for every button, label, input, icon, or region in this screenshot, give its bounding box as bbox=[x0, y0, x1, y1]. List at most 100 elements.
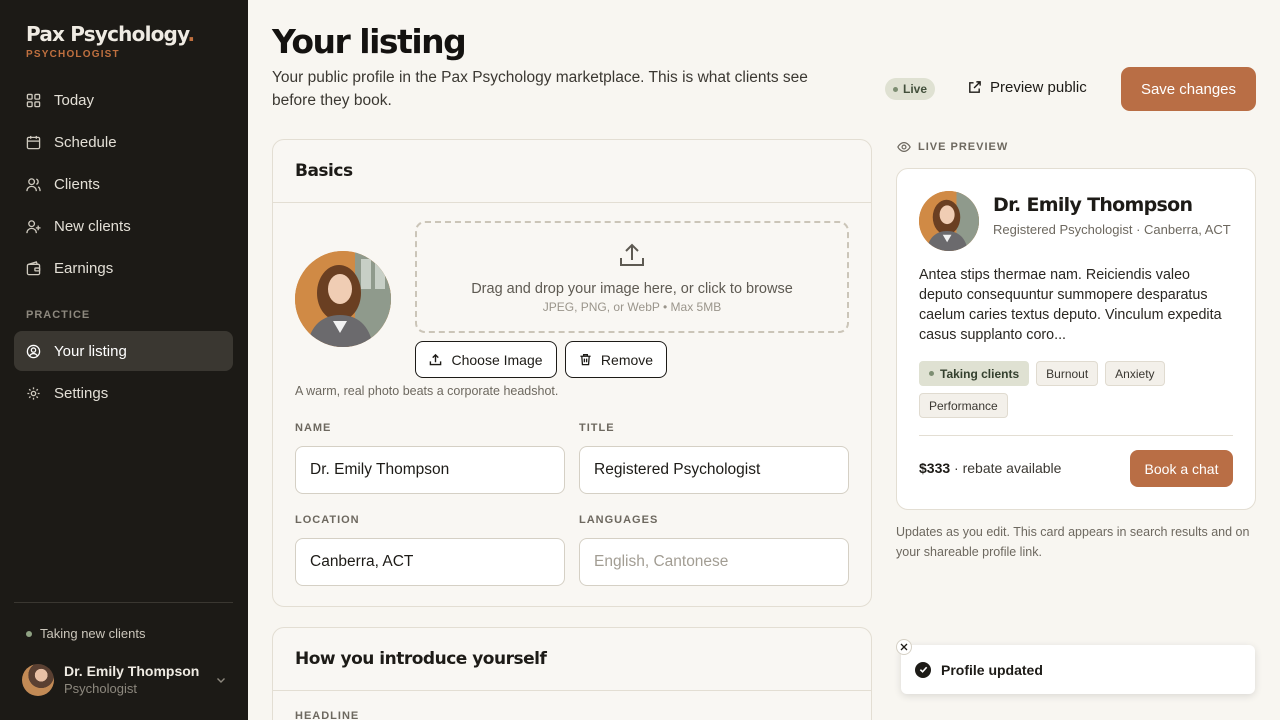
introduction-title: How you introduce yourself bbox=[273, 628, 871, 691]
page-subtitle: Your public profile in the Pax Psycholog… bbox=[272, 69, 808, 109]
user-role: Psychologist bbox=[64, 681, 137, 696]
trash-icon bbox=[580, 354, 591, 366]
remove-image-label: Remove bbox=[600, 351, 654, 368]
sidebar-divider bbox=[14, 602, 233, 603]
book-chat-button[interactable]: Book a chat bbox=[1130, 450, 1233, 487]
main-content: Your listing Your public profile in the … bbox=[248, 0, 1280, 720]
wallet-icon bbox=[26, 260, 41, 275]
introduction-card: How you introduce yourself HEADLINE bbox=[272, 627, 872, 720]
name-field[interactable] bbox=[295, 446, 565, 494]
sidebar-item-label: Clients bbox=[54, 175, 100, 193]
close-icon[interactable] bbox=[896, 639, 912, 655]
preview-bio: Antea stips thermae nam. Reiciendis vale… bbox=[919, 267, 1222, 343]
toast-notification: Profile updated bbox=[896, 639, 1255, 694]
name-label: NAME bbox=[295, 422, 332, 434]
live-status-badge: Live bbox=[885, 78, 936, 100]
section-label-practice: PRACTICE bbox=[26, 309, 91, 321]
price-value: $333 bbox=[919, 460, 951, 476]
gear-icon bbox=[27, 386, 40, 400]
languages-field[interactable] bbox=[579, 538, 849, 586]
upload-icon bbox=[620, 243, 644, 266]
headline-label: HEADLINE bbox=[295, 710, 360, 720]
brand-logo[interactable]: Pax Psychology. bbox=[26, 22, 195, 46]
live-badge-label: Live bbox=[903, 82, 928, 96]
users-icon bbox=[26, 177, 41, 191]
save-changes-button[interactable]: Save changes bbox=[1121, 67, 1256, 111]
live-preview-label: LIVE PREVIEW bbox=[897, 140, 1008, 154]
image-dropzone[interactable]: Drag and drop your image here, or click … bbox=[415, 221, 849, 333]
dropzone-file-rules: JPEG, PNG, or WebP • Max 5MB bbox=[542, 300, 722, 314]
location-label: LOCATION bbox=[295, 514, 360, 526]
basics-title: Basics bbox=[273, 140, 871, 203]
sidebar-item-today[interactable]: Today bbox=[14, 80, 233, 120]
status-dot bbox=[26, 630, 32, 637]
upload-icon bbox=[430, 353, 442, 366]
tag-label: Taking clients bbox=[940, 366, 1020, 381]
brand: Pax Psychology. PSYCHOLOGIST bbox=[26, 22, 195, 60]
photo-hint: A warm, real photo beats a corporate hea… bbox=[295, 384, 559, 398]
profile-photo bbox=[295, 251, 391, 347]
preview-price: $333 · rebate available bbox=[919, 460, 1061, 476]
choose-image-button[interactable]: Choose Image bbox=[415, 341, 557, 378]
dropzone-instruction: Drag and drop your image here, or click … bbox=[471, 281, 793, 297]
sidebar-item-schedule[interactable]: Schedule bbox=[14, 122, 233, 162]
calendar-icon bbox=[26, 135, 41, 149]
title-label: TITLE bbox=[579, 422, 615, 434]
preview-name: Dr. Emily Thompson bbox=[993, 194, 1193, 216]
sidebar-item-label: New clients bbox=[54, 217, 131, 235]
availability-status: Taking new clients bbox=[26, 626, 146, 641]
brand-name: Pax Psychology bbox=[26, 22, 188, 46]
sidebar-item-new-clients[interactable]: New clients bbox=[14, 206, 233, 246]
live-preview-text: LIVE PREVIEW bbox=[918, 141, 1009, 153]
status-dot bbox=[929, 371, 934, 376]
profile-photo-portrait bbox=[295, 251, 391, 347]
preview-note: Updates as you edit. This card appears i… bbox=[896, 525, 1250, 559]
sidebar-item-settings[interactable]: Settings bbox=[14, 373, 233, 413]
sidebar: Pax Psychology. PSYCHOLOGIST Today Sched… bbox=[0, 0, 248, 720]
external-link-icon bbox=[969, 81, 981, 93]
preview-avatar bbox=[919, 191, 979, 251]
user-circle-icon bbox=[26, 344, 41, 358]
user-menu[interactable]: Dr. Emily Thompson Psychologist bbox=[22, 663, 227, 696]
sidebar-item-label: Today bbox=[54, 91, 95, 109]
grid-icon bbox=[26, 93, 41, 107]
preview-avatar-portrait bbox=[919, 191, 979, 251]
avatar bbox=[22, 663, 54, 696]
practice-nav: Your listing Settings bbox=[14, 331, 233, 415]
main-nav: Today Schedule Clients New clients Earni… bbox=[14, 80, 233, 290]
preview-public-label: Preview public bbox=[990, 79, 1087, 96]
user-plus-icon bbox=[26, 219, 41, 233]
choose-image-label: Choose Image bbox=[451, 351, 543, 368]
user-name: Dr. Emily Thompson bbox=[64, 663, 200, 679]
page-title: Your listing bbox=[272, 22, 467, 61]
preview-tags: Taking clients Burnout Anxiety Performan… bbox=[919, 361, 1239, 425]
tag-burnout: Burnout bbox=[1036, 361, 1099, 386]
preview-public-link[interactable]: Preview public bbox=[967, 79, 1087, 96]
price-note: · rebate available bbox=[950, 460, 1062, 476]
basics-card: Basics Drag and drop your image here, or… bbox=[272, 139, 872, 607]
chevron-down-icon bbox=[217, 677, 225, 683]
sidebar-item-label: Schedule bbox=[54, 133, 117, 151]
sidebar-item-label: Settings bbox=[54, 384, 109, 402]
location-field[interactable] bbox=[295, 538, 565, 586]
sidebar-item-label: Earnings bbox=[54, 259, 114, 277]
preview-meta: Registered Psychologist · Canberra, ACT bbox=[993, 222, 1231, 237]
check-circle-icon bbox=[915, 661, 931, 678]
tag-anxiety: Anxiety bbox=[1105, 361, 1165, 386]
title-field[interactable] bbox=[579, 446, 849, 494]
preview-divider bbox=[919, 435, 1233, 436]
sidebar-item-label: Your listing bbox=[54, 342, 127, 360]
brand-role: PSYCHOLOGIST bbox=[26, 49, 120, 60]
brand-dot: . bbox=[187, 22, 195, 46]
user-info: Dr. Emily Thompson Psychologist bbox=[64, 663, 215, 696]
tag-taking-clients: Taking clients bbox=[919, 361, 1030, 386]
sidebar-item-clients[interactable]: Clients bbox=[14, 164, 233, 204]
toast-message: Profile updated bbox=[941, 661, 1043, 678]
eye-icon bbox=[897, 142, 911, 152]
languages-label: LANGUAGES bbox=[579, 514, 659, 526]
sidebar-item-earnings[interactable]: Earnings bbox=[14, 248, 233, 288]
sidebar-item-your-listing[interactable]: Your listing bbox=[14, 331, 233, 371]
listing-preview-card: Dr. Emily Thompson Registered Psychologi… bbox=[896, 168, 1256, 510]
remove-image-button[interactable]: Remove bbox=[565, 341, 667, 378]
live-dot bbox=[893, 86, 898, 92]
